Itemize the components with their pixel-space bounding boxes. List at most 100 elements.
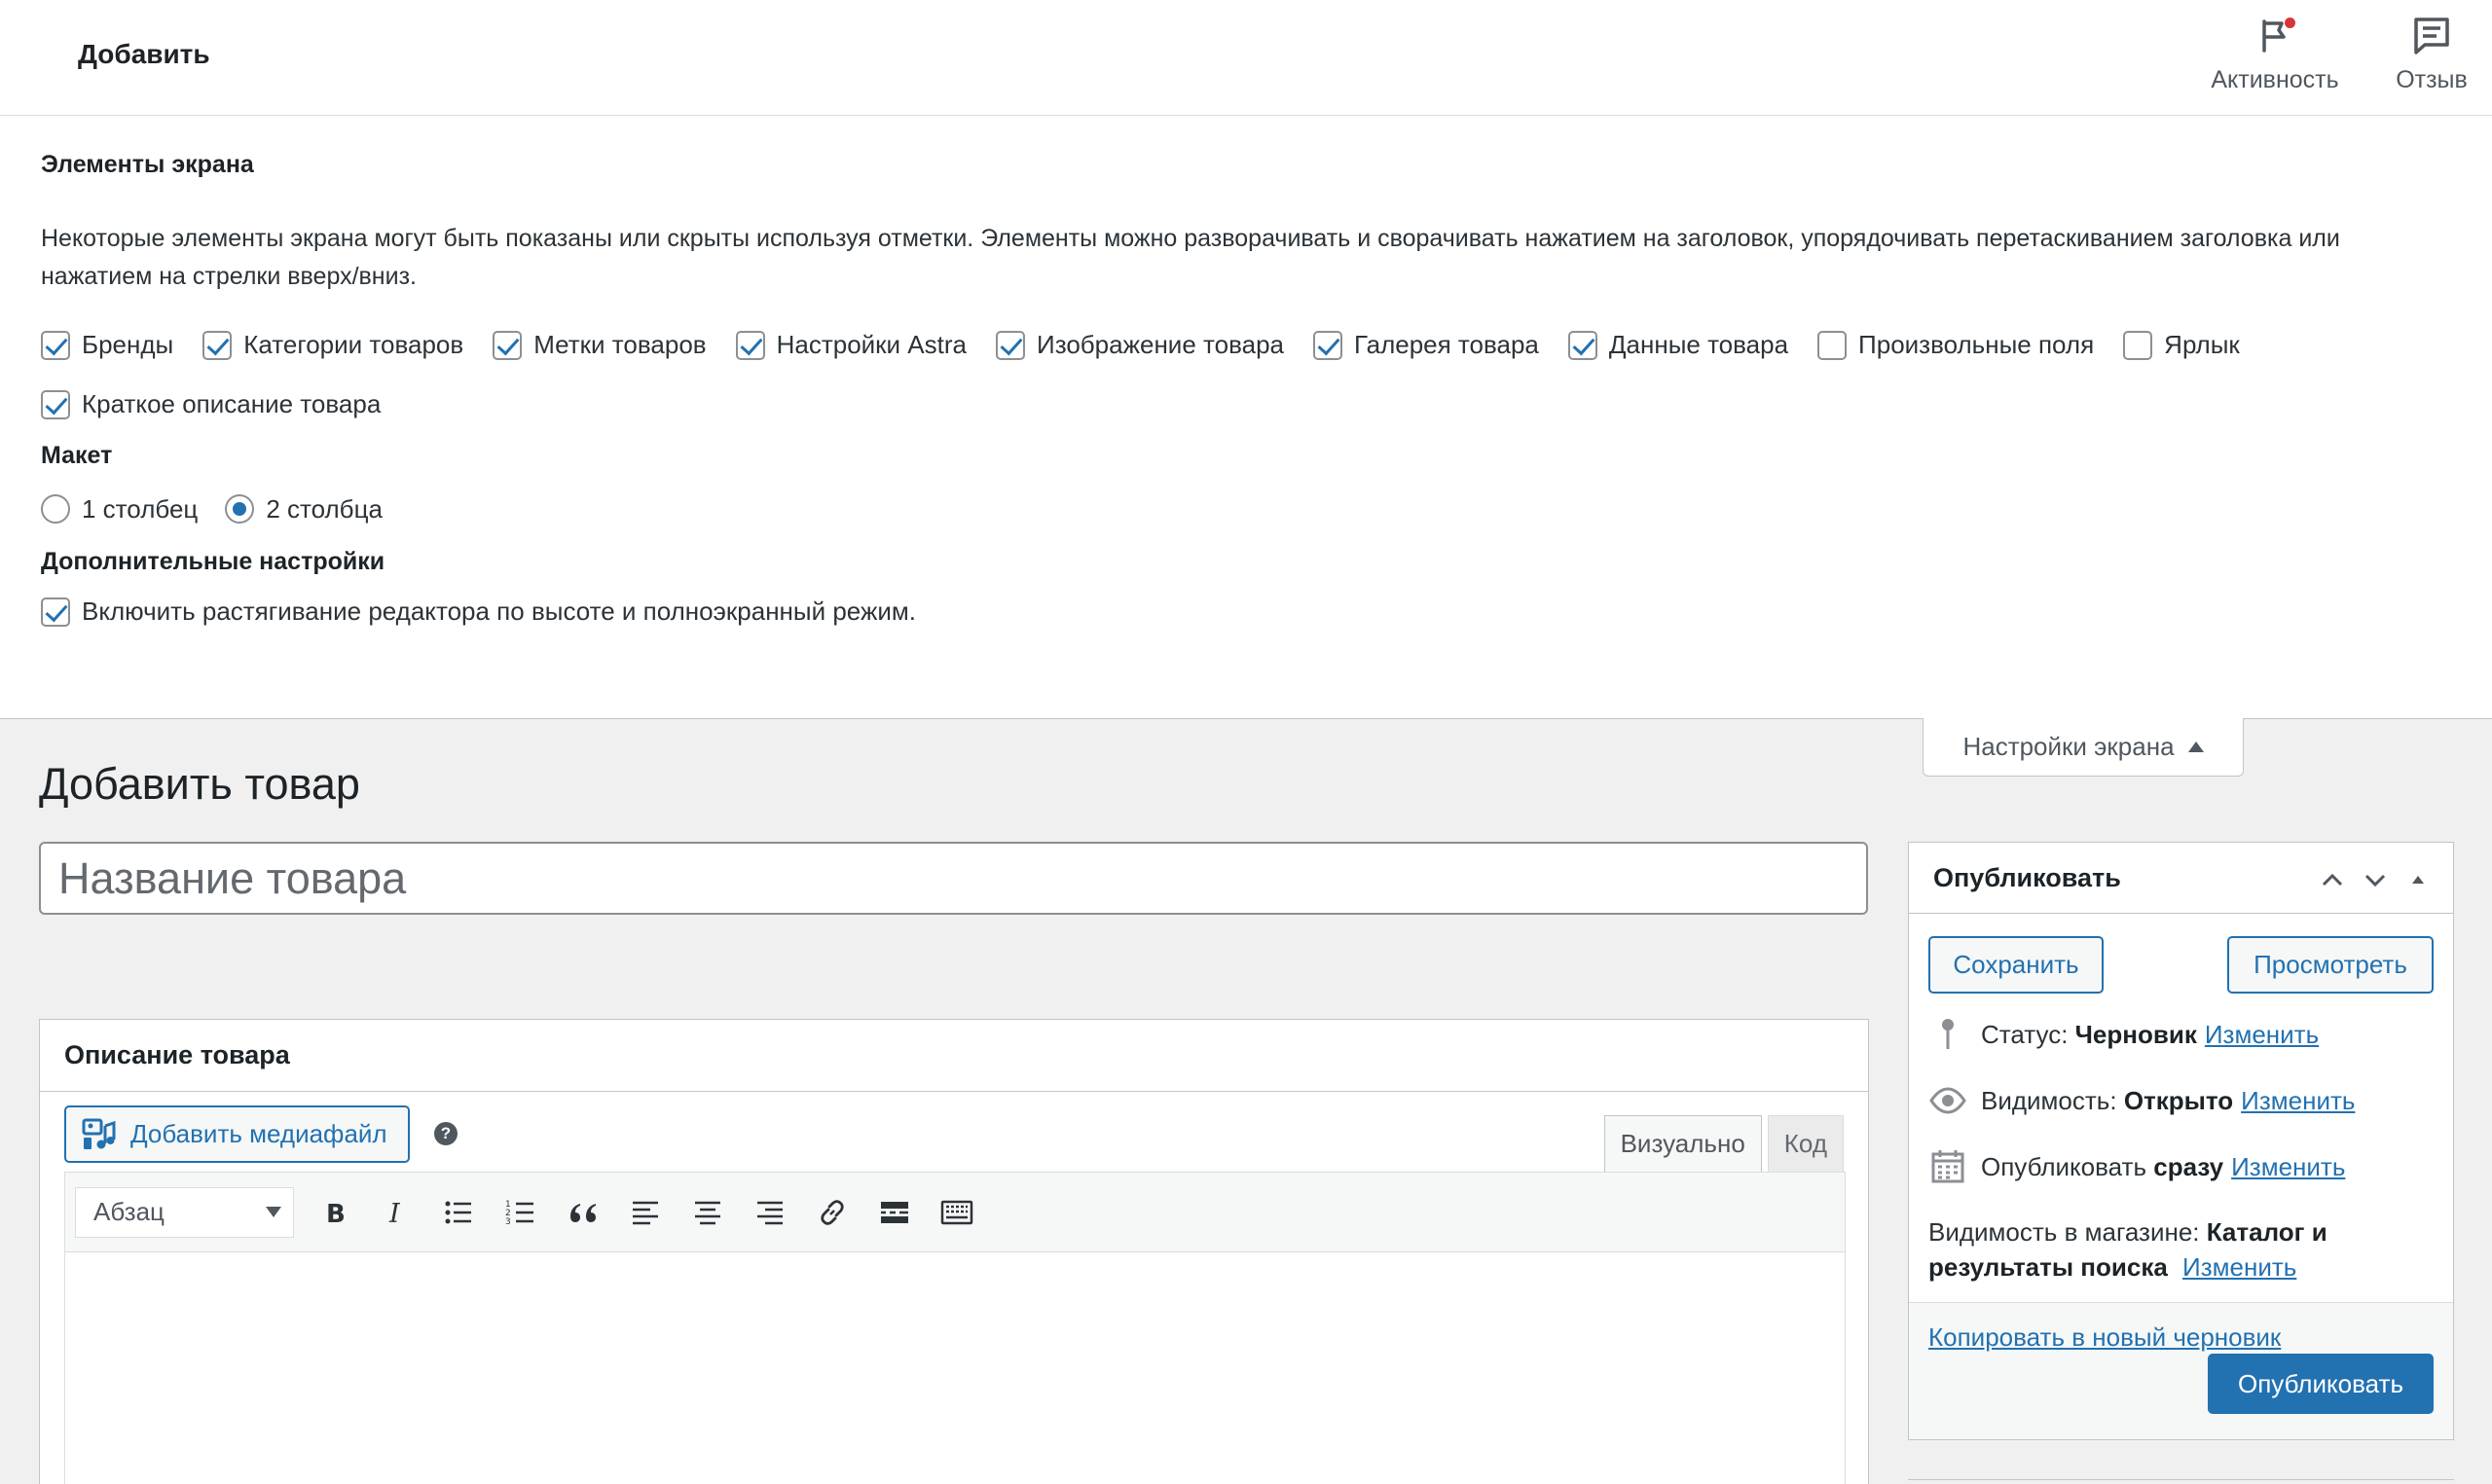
publish-button[interactable]: Опубликовать — [2208, 1354, 2434, 1414]
option-slug[interactable]: Ярлык — [2123, 315, 2240, 375]
add-media-button[interactable]: Добавить медиафайл — [64, 1105, 410, 1163]
option-astra-settings[interactable]: Настройки Astra — [735, 315, 967, 375]
option-label: Метки товаров — [533, 330, 707, 359]
numbered-list-button[interactable]: 1 2 3 — [495, 1186, 547, 1239]
radio[interactable] — [225, 494, 255, 524]
collapse-toggle-button[interactable] — [2397, 862, 2439, 897]
catalog-visibility-row: Видимость в магазине: Каталог и результа… — [1928, 1214, 2435, 1285]
checkbox[interactable] — [41, 330, 70, 360]
checkbox[interactable] — [1817, 330, 1848, 360]
edit-catalog-visibility-link[interactable]: Изменить — [2182, 1252, 2296, 1282]
keyboard-icon — [940, 1200, 973, 1224]
format-select-value: Абзац — [93, 1197, 165, 1226]
option-product-tags[interactable]: Метки товаров — [493, 315, 707, 375]
feedback-label: Отзыв — [2396, 66, 2468, 93]
option-brands[interactable]: Бренды — [41, 315, 173, 375]
option-label: Ярлык — [2164, 330, 2240, 359]
option-label: Настройки Astra — [776, 330, 967, 359]
option-custom-fields[interactable]: Произвольные поля — [1817, 315, 2094, 375]
feedback-button[interactable]: Отзыв — [2383, 14, 2480, 94]
checkbox[interactable] — [2123, 330, 2153, 360]
option-product-image[interactable]: Изображение товара — [996, 315, 1284, 375]
chevron-down-icon — [266, 1207, 281, 1217]
activity-button[interactable]: Активность — [2202, 14, 2348, 94]
editor-toolbar: Абзац B I 1 2 3 — [65, 1173, 1845, 1252]
notification-dot — [2285, 18, 2295, 28]
toolbar-toggle-button[interactable] — [931, 1186, 983, 1239]
option-label: Краткое описание товара — [82, 389, 382, 418]
copy-to-draft-link[interactable]: Копировать в новый черновик — [1928, 1322, 2281, 1353]
layout-radio-group: 1 столбец 2 столбца — [41, 478, 2451, 540]
publish-date-row: Опубликовать сразу Изменить — [1928, 1148, 2345, 1185]
option-product-gallery[interactable]: Галерея товара — [1312, 315, 1539, 375]
edit-publish-date-link[interactable]: Изменить — [2231, 1152, 2345, 1182]
checkbox[interactable] — [1567, 330, 1597, 360]
box-controls — [2311, 862, 2439, 897]
move-down-button[interactable] — [2354, 862, 2397, 897]
move-up-button[interactable] — [2311, 862, 2354, 897]
numbered-list-icon: 1 2 3 — [505, 1200, 533, 1227]
svg-text:3: 3 — [505, 1217, 511, 1227]
product-description-box: Описание товара Добавить медиафайл ? Виз… — [39, 1019, 1869, 1484]
help-icon[interactable]: ? — [434, 1122, 458, 1145]
checkbox[interactable] — [735, 330, 765, 360]
italic-button[interactable]: I — [370, 1186, 422, 1239]
checkbox[interactable] — [41, 389, 70, 419]
visibility-value: Открыто — [2123, 1085, 2234, 1115]
preview-button[interactable]: Просмотреть — [2227, 936, 2434, 994]
status-value: Черновик — [2074, 1019, 2197, 1049]
bullet-list-button[interactable] — [432, 1186, 485, 1239]
media-icon — [82, 1118, 116, 1149]
option-product-categories[interactable]: Категории товаров — [202, 315, 463, 375]
insert-link-button[interactable] — [806, 1186, 859, 1239]
blockquote-button[interactable] — [557, 1186, 609, 1239]
eye-icon — [1928, 1082, 1967, 1119]
checkbox[interactable] — [996, 330, 1025, 360]
bold-button[interactable]: B — [308, 1186, 360, 1239]
align-left-button[interactable] — [619, 1186, 672, 1239]
product-title-input[interactable] — [39, 842, 1868, 915]
tab-code[interactable]: Код — [1767, 1115, 1844, 1172]
checkbox[interactable] — [41, 597, 70, 627]
checkbox[interactable] — [493, 330, 523, 360]
checkbox[interactable] — [202, 330, 233, 360]
checkbox[interactable] — [1312, 330, 1342, 360]
layout-1-column[interactable]: 1 столбец — [41, 494, 198, 525]
save-draft-button[interactable]: Сохранить — [1928, 936, 2104, 994]
align-center-button[interactable] — [681, 1186, 734, 1239]
top-bar: Добавить Активность Отзыв — [0, 0, 2492, 115]
link-icon — [821, 1199, 844, 1225]
option-editor-expand[interactable]: Включить растягивание редактора по высот… — [41, 582, 2422, 641]
read-more-button[interactable] — [868, 1186, 921, 1239]
visibility-row: Видимость: Открыто Изменить — [1928, 1082, 2355, 1119]
format-select[interactable]: Абзац — [75, 1186, 294, 1238]
align-right-icon — [757, 1201, 783, 1224]
align-right-button[interactable] — [744, 1186, 796, 1239]
top-bar-title: Добавить — [78, 39, 210, 69]
product-description-title: Описание товара — [40, 1020, 1868, 1092]
screen-options-toggle[interactable]: Настройки экрана — [1923, 718, 2244, 777]
layout-2-columns[interactable]: 2 столбца — [225, 494, 383, 525]
publish-date-value: сразу — [2153, 1151, 2224, 1181]
tab-visual[interactable]: Визуально — [1603, 1115, 1762, 1172]
visibility-label: Видимость: — [1981, 1085, 2117, 1115]
screen-options-panel: Элементы экрана Некоторые элементы экран… — [0, 115, 2492, 719]
editor-area: Абзац B I 1 2 3 — [64, 1172, 1846, 1484]
option-label: Изображение товара — [1037, 330, 1284, 359]
option-product-data[interactable]: Данные товара — [1567, 315, 1788, 375]
page-heading: Добавить товар — [39, 759, 360, 809]
status-row: Статус: Черновик Изменить — [1928, 1016, 2319, 1053]
radio[interactable] — [41, 494, 70, 524]
italic-icon: I — [388, 1199, 401, 1229]
publish-date-label: Опубликовать — [1981, 1151, 2147, 1181]
edit-visibility-link[interactable]: Изменить — [2241, 1086, 2355, 1116]
screen-options-description: Некоторые элементы экрана могут быть пок… — [41, 225, 2340, 290]
chevron-up-icon — [2322, 873, 2343, 887]
edit-status-link[interactable]: Изменить — [2205, 1020, 2319, 1050]
catalog-visibility-label: Видимость в магазине: — [1928, 1217, 2200, 1247]
radio-label: 1 столбец — [82, 493, 199, 524]
svg-text:I: I — [388, 1199, 401, 1229]
read-more-icon — [881, 1201, 908, 1223]
option-short-description[interactable]: Краткое описание товара — [41, 375, 381, 434]
screen-options-toggle-label: Настройки экрана — [1962, 732, 2175, 761]
